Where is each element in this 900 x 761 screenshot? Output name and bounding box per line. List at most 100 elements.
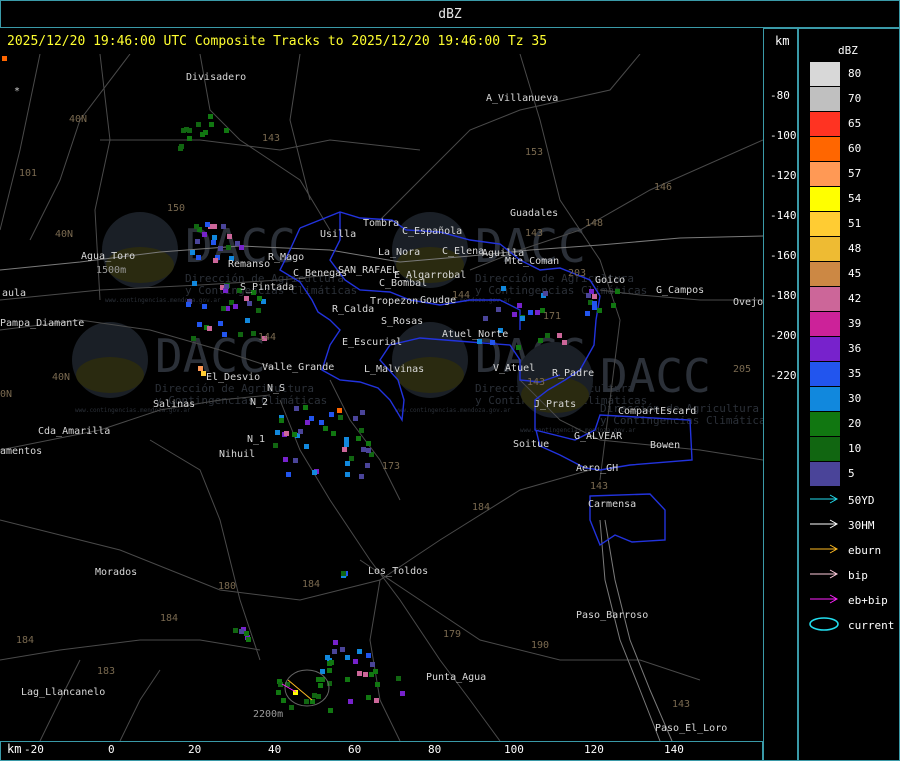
radar-echo-pixel (592, 301, 597, 306)
place-label: C_Bombal (379, 278, 427, 289)
radar-echo-pixel (192, 281, 197, 286)
radar-echo-pixel (360, 410, 365, 415)
legend-swatch (810, 412, 840, 436)
radar-echo-pixel (345, 461, 350, 466)
radar-echo-pixel (325, 655, 330, 660)
radar-echo-pixel (373, 669, 378, 674)
radar-echo-pixel (246, 637, 251, 642)
radar-echo-pixel (222, 332, 227, 337)
radar-echo-pixel-strong (2, 56, 7, 61)
radar-echo-pixel (245, 318, 250, 323)
radar-echo-pixel (345, 655, 350, 660)
radar-echo-pixel (187, 136, 192, 141)
x-tick-label: 120 (584, 743, 604, 756)
radar-echo-pixel (247, 301, 252, 306)
track-arrow-icon (810, 544, 839, 554)
radar-echo-pixel (327, 668, 332, 673)
radar-echo-pixel (205, 222, 210, 227)
place-label: CompartEscard (618, 406, 696, 417)
place-label: S_Pintada (240, 282, 294, 293)
place-label: Ovejo (733, 297, 763, 308)
legend-swatch-label: 65 (848, 117, 862, 130)
radar-echo-pixel (543, 291, 548, 296)
radar-echo-pixel (516, 345, 521, 350)
place-label: Goudge (420, 295, 456, 306)
radar-echo-pixel (178, 146, 183, 151)
place-label: R_Mago (268, 252, 304, 263)
radar-echo-pixel (538, 338, 543, 343)
track-legend-label: eb+bip (848, 594, 888, 607)
radar-echo-pixel (305, 420, 310, 425)
legend-swatch (810, 237, 840, 261)
radar-echo-pixel (366, 441, 371, 446)
route-number-label: 205 (733, 364, 751, 375)
radar-echo-pixel (196, 122, 201, 127)
route-number-label: 40N (52, 372, 70, 383)
place-label: Lag_Llancanelo (21, 687, 105, 698)
x-tick-label: 80 (428, 743, 442, 756)
radar-echo-pixel (361, 447, 366, 452)
track-arrow-icon (810, 594, 839, 604)
radar-echo-pixel (191, 336, 196, 341)
radar-echo-pixel (483, 316, 488, 321)
radar-echo-pixel (273, 443, 278, 448)
track-legend-label: current (848, 619, 895, 632)
radar-echo-pixel (501, 286, 506, 291)
place-label: Carmensa (588, 499, 636, 510)
radar-echo-pixel (320, 669, 325, 674)
track-arrow-icon (810, 569, 839, 579)
legend-swatch-label: 57 (848, 167, 862, 180)
radar-echo-pixel (294, 406, 299, 411)
km-unit-label-bottom: km (7, 742, 22, 756)
route-number-label: 183 (97, 666, 115, 677)
radar-echo-pixel (344, 437, 349, 442)
radar-echo-pixel (224, 128, 229, 133)
watermark-url: www.contingencias.mendoza.gov.ar (105, 297, 221, 304)
radar-echo-pixel (202, 304, 207, 309)
radar-map[interactable]: DACCDirección de Agriculturay Contingenc… (0, 54, 763, 741)
radar-echo-pixel (597, 308, 602, 313)
radar-echo-pixel (218, 321, 223, 326)
place-label: Punta_Agua (426, 672, 486, 683)
radar-echo-pixel (353, 659, 358, 664)
place-label: Usilla (320, 229, 356, 240)
radar-echo-pixel (202, 232, 207, 237)
radar-echo-pixel (293, 458, 298, 463)
radar-echo-pixel (363, 672, 368, 677)
legend-swatch (810, 437, 840, 461)
radar-echo-pixel (190, 250, 195, 255)
radar-echo-pixel (365, 463, 370, 468)
place-label: Morados (95, 567, 137, 578)
radar-echo-pixel (366, 653, 371, 658)
track-legend-label: eburn (848, 544, 882, 557)
legend-swatch (810, 162, 840, 186)
route-number-label: 143 (590, 481, 608, 492)
route-number-label: 148 (585, 218, 603, 229)
place-label: Tropezon (370, 296, 418, 307)
radar-echo-pixel (239, 245, 244, 250)
place-label: A_Villanueva (486, 93, 558, 104)
place-label: Goico (595, 275, 625, 286)
radar-echo-pixel (319, 420, 324, 425)
radar-site-marker: * (14, 86, 20, 97)
radar-echo-pixel (292, 432, 297, 437)
y-tick-label: -100 (770, 129, 797, 142)
place-label: Salinas (153, 399, 195, 410)
legend-swatch (810, 87, 840, 111)
place-label: Atuel_Norte (442, 329, 508, 340)
radar-echo-pixel (374, 698, 379, 703)
place-label: S_Rosas (381, 316, 423, 327)
x-tick-label: 0 (108, 743, 115, 756)
radar-echo-pixel (184, 127, 189, 132)
place-label: R_Calda (332, 304, 374, 315)
radar-echo-pixel (340, 647, 345, 652)
x-tick-label: 100 (504, 743, 524, 756)
window-title-bar: dBZ (0, 0, 900, 28)
radar-echo-pixel (375, 682, 380, 687)
place-label: L_Malvinas (364, 364, 424, 375)
radar-echo-pixel (331, 431, 336, 436)
radar-echo-pixel (195, 239, 200, 244)
watermark-url: www.contingencias.mendoza.gov.ar (395, 407, 511, 414)
legend-swatch (810, 62, 840, 86)
track-legend-label: 50YD (848, 494, 875, 507)
